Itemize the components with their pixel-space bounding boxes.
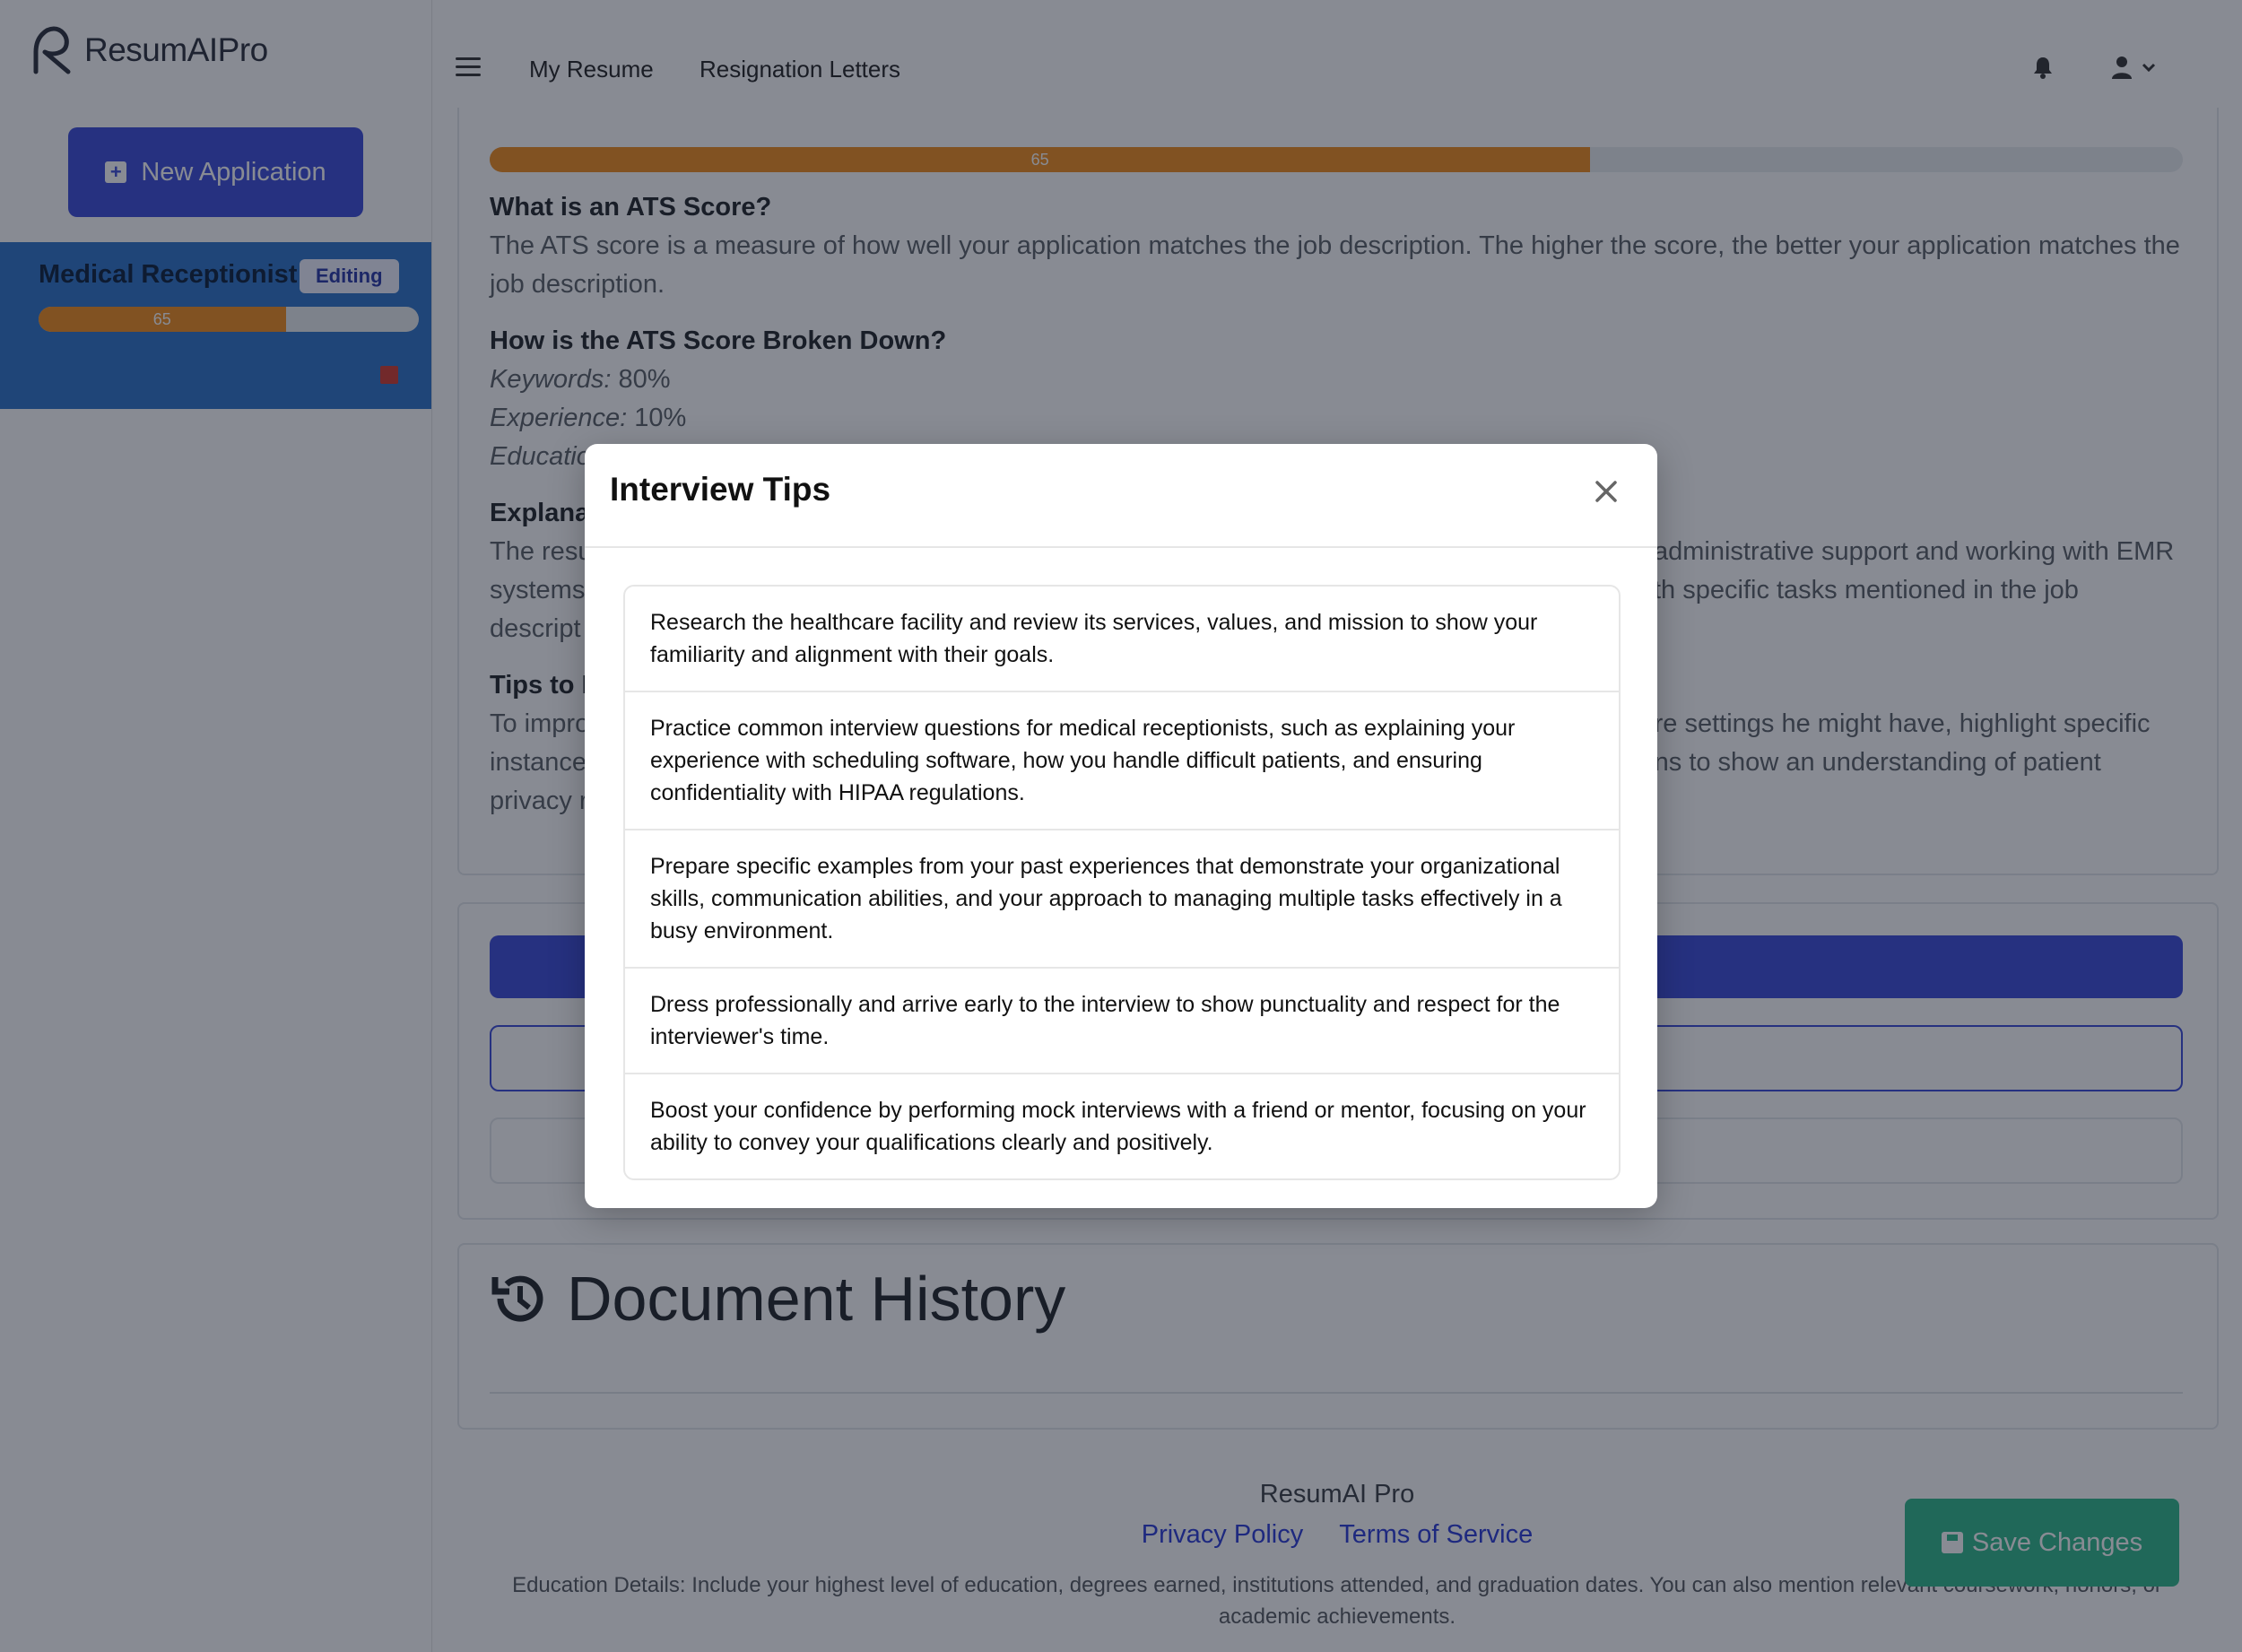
tips-list: Research the healthcare facility and rev…	[623, 585, 1621, 1180]
interview-tips-modal: Interview Tips Research the healthcare f…	[585, 444, 1657, 1208]
list-item: Prepare specific examples from your past…	[625, 830, 1619, 969]
list-item: Research the healthcare facility and rev…	[625, 587, 1619, 692]
list-item: Dress professionally and arrive early to…	[625, 969, 1619, 1074]
list-item: Boost your confidence by performing mock…	[650, 1098, 1586, 1155]
close-icon[interactable]	[1593, 478, 1620, 505]
list-item: Practice common interview questions for …	[625, 692, 1619, 830]
modal-title: Interview Tips	[610, 471, 831, 508]
modal-header: Interview Tips	[585, 444, 1657, 548]
